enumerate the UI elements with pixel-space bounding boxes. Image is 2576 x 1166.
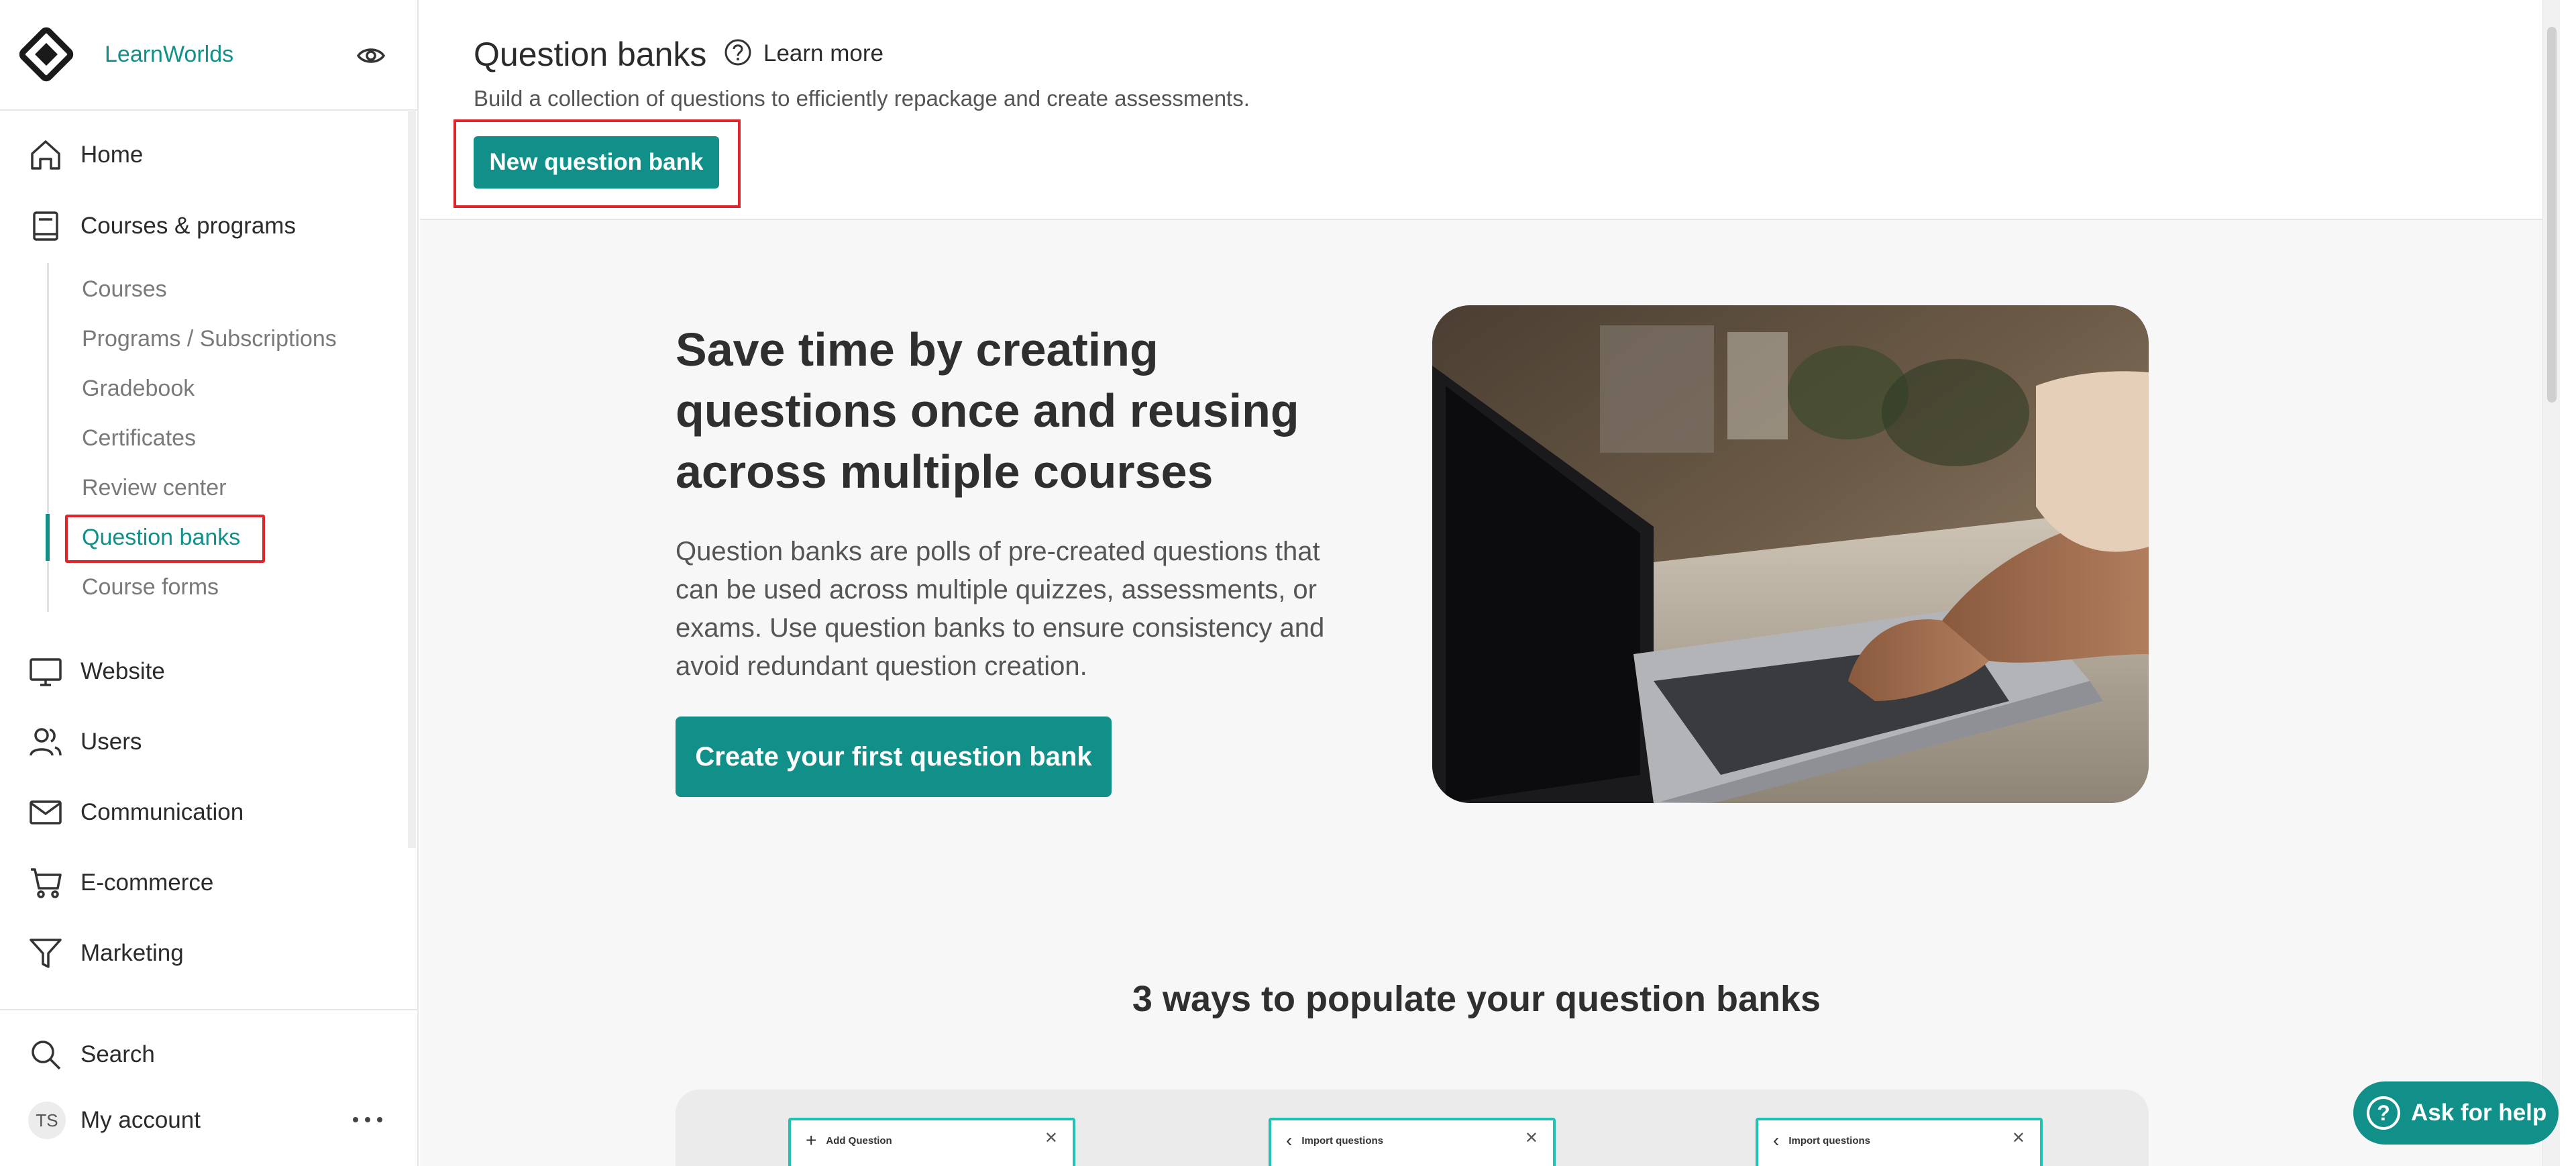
brand[interactable]: LearnWorlds bbox=[16, 24, 402, 85]
ask-for-help-label: Ask for help bbox=[2411, 1100, 2547, 1126]
import-questions-card[interactable]: ‹ Import questions ✕ bbox=[1269, 1118, 1556, 1166]
more-options-icon[interactable] bbox=[353, 1110, 382, 1130]
help-circle-icon: ? bbox=[2367, 1096, 2400, 1130]
nav-label: My account bbox=[80, 1107, 201, 1133]
sidebar-item-certificates[interactable]: Certificates bbox=[82, 425, 196, 452]
nav-item-communication[interactable]: Communication bbox=[0, 786, 402, 839]
nav-label: Search bbox=[80, 1041, 155, 1067]
main-content: Question banks Learn more Build a collec… bbox=[420, 0, 2560, 1166]
card-title: Import questions bbox=[1788, 1134, 1870, 1147]
learn-more-link[interactable]: Learn more bbox=[763, 40, 883, 67]
search-icon bbox=[32, 1041, 61, 1070]
sidebar-item-course-forms[interactable]: Course forms bbox=[82, 574, 219, 600]
monitor-icon bbox=[30, 658, 62, 686]
nav-label: Home bbox=[80, 142, 144, 168]
close-icon: ✕ bbox=[1524, 1129, 1538, 1147]
sidebar-item-programs-subscriptions[interactable]: Programs / Subscriptions bbox=[82, 326, 337, 352]
brand-name: LearnWorlds bbox=[105, 41, 234, 67]
cart-icon bbox=[31, 868, 62, 898]
nav-item-e-commerce[interactable]: E-commerce bbox=[0, 856, 402, 910]
main-scrollbar[interactable] bbox=[2542, 0, 2560, 1166]
nav-item-search[interactable]: Search bbox=[0, 1028, 402, 1081]
close-icon: ✕ bbox=[1044, 1129, 1058, 1147]
sidebar-item-gradebook[interactable]: Gradebook bbox=[82, 376, 195, 402]
nav-label: Marketing bbox=[80, 940, 184, 966]
nav-item-marketing[interactable]: Marketing bbox=[0, 926, 402, 980]
chevron-left-icon: ‹ bbox=[1773, 1130, 1780, 1151]
learnworlds-logo-icon bbox=[19, 27, 74, 82]
highlight-box bbox=[65, 515, 265, 563]
hero-description: Question banks are polls of pre-created … bbox=[676, 537, 1325, 681]
nav-label: Courses & programs bbox=[80, 213, 296, 239]
close-icon: ✕ bbox=[2011, 1129, 2025, 1147]
sidebar-scrollbar[interactable] bbox=[408, 110, 416, 848]
nav-label: Communication bbox=[80, 799, 244, 825]
create-first-question-bank-button[interactable]: Create your first question bank bbox=[676, 717, 1112, 797]
sidebar-item-courses[interactable]: Courses bbox=[82, 276, 167, 303]
divider bbox=[0, 1009, 419, 1010]
scrollbar-thumb[interactable] bbox=[2547, 27, 2557, 403]
nav-item-courses-programs[interactable]: Courses & programs bbox=[0, 199, 402, 253]
submenu-active-indicator bbox=[46, 514, 50, 561]
import-questions-card[interactable]: ‹ Import questions ✕ bbox=[1756, 1118, 2043, 1166]
plus-icon: + bbox=[806, 1130, 817, 1151]
sidebar-item-review-center[interactable]: Review center bbox=[82, 475, 226, 501]
divider bbox=[0, 109, 419, 111]
card-title: Import questions bbox=[1301, 1134, 1383, 1147]
page-header: Question banks Learn more Build a collec… bbox=[420, 0, 2560, 220]
eye-icon[interactable] bbox=[356, 40, 386, 71]
nav-label: Website bbox=[80, 658, 165, 684]
page-title: Question banks bbox=[474, 36, 707, 73]
sidebar: LearnWorlds Home Courses & programs Cour… bbox=[0, 0, 419, 1166]
card-title: Add Question bbox=[826, 1134, 892, 1147]
book-icon bbox=[33, 211, 58, 241]
nav-item-website[interactable]: Website bbox=[0, 645, 402, 698]
nav-item-home[interactable]: Home bbox=[0, 128, 402, 182]
users-icon bbox=[30, 728, 62, 756]
add-question-card[interactable]: + Add Question ✕ bbox=[788, 1118, 1075, 1166]
avatar[interactable]: TS bbox=[28, 1102, 66, 1139]
funnel-icon bbox=[30, 939, 62, 968]
home-icon bbox=[31, 140, 60, 170]
chevron-left-icon: ‹ bbox=[1286, 1130, 1293, 1151]
nav-item-users[interactable]: Users bbox=[0, 715, 402, 769]
nav-label: E-commerce bbox=[80, 869, 214, 896]
nav-label: Users bbox=[80, 729, 142, 755]
hero-title: Save time by creating questions once and… bbox=[676, 323, 1299, 498]
ways-cards-strip: + Add Question ✕ ‹ Import questions ✕ ‹ … bbox=[676, 1090, 2149, 1166]
new-question-bank-button[interactable]: New question bank bbox=[474, 136, 719, 189]
help-circle-icon[interactable] bbox=[723, 38, 753, 67]
ask-for-help-button[interactable]: ? Ask for help bbox=[2353, 1081, 2559, 1145]
page-subtitle: Build a collection of questions to effic… bbox=[474, 86, 1250, 111]
laptop-photo bbox=[1432, 305, 2149, 803]
ways-section-title: 3 ways to populate your question banks bbox=[1132, 979, 1821, 1019]
mail-icon bbox=[30, 800, 62, 825]
